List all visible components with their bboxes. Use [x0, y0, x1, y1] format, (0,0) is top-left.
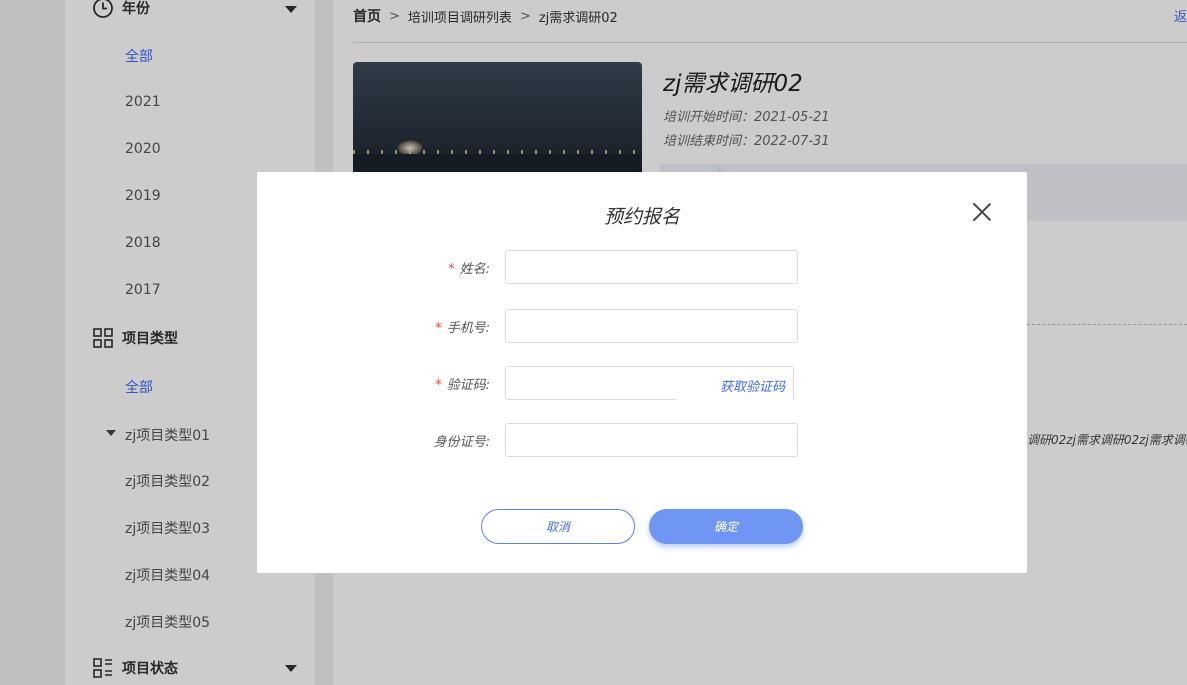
modal-title: 预约报名	[603, 206, 680, 228]
close-icon[interactable]	[972, 202, 992, 222]
required-mark: *	[435, 321, 442, 336]
cancel-button[interactable]: 取消	[481, 509, 635, 544]
phone-label: * 手机号:	[257, 317, 490, 336]
get-code-button[interactable]: 获取验证码	[677, 372, 793, 404]
name-label-text: 姓名:	[459, 262, 490, 277]
name-label: * 姓名:	[257, 258, 490, 277]
name-input[interactable]	[505, 250, 798, 284]
id-number-input[interactable]	[505, 423, 798, 457]
phone-input[interactable]	[505, 309, 798, 343]
id-label: 身份证号:	[257, 431, 490, 450]
id-label-text: 身份证号:	[433, 435, 490, 450]
code-label-text: 验证码:	[446, 378, 490, 393]
required-mark: *	[435, 378, 442, 393]
registration-modal: 预约报名 * 姓名: * 手机号: * 验证码: 获取验证码 身份证号: 取消 确定	[257, 172, 1027, 573]
confirm-button[interactable]: 确定	[649, 509, 803, 544]
required-mark: *	[448, 262, 455, 277]
code-label: * 验证码:	[257, 374, 490, 393]
phone-label-text: 手机号:	[446, 321, 490, 336]
